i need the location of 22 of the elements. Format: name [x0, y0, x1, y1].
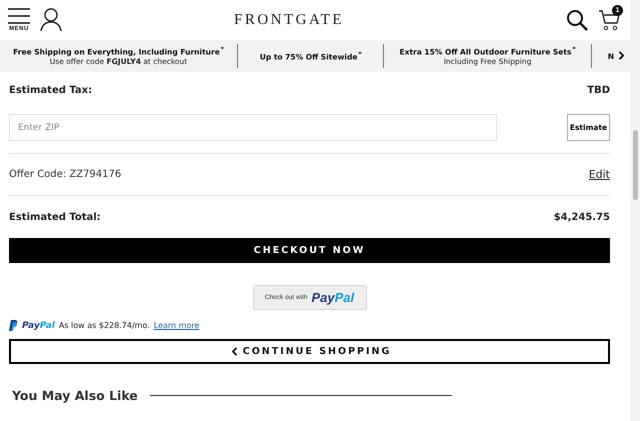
total-value: $4,245.75: [554, 212, 610, 222]
account-button[interactable]: [40, 8, 62, 32]
financing-text: As low as $228.74/mo.: [58, 321, 150, 330]
menu-icon: [8, 8, 30, 24]
search-button[interactable]: [566, 9, 588, 31]
paypal-logo: PayPal: [22, 320, 55, 330]
search-icon: [566, 9, 588, 31]
checkout-button[interactable]: CHECKOUT NOW: [9, 238, 610, 263]
zip-input[interactable]: Enter ZIP: [9, 114, 497, 141]
learn-more-link[interactable]: Learn more: [154, 321, 200, 330]
user-icon: [40, 8, 62, 32]
offer-code: Offer Code: ZZ794176: [9, 169, 122, 180]
paypal-icon: [9, 320, 18, 331]
site-logo[interactable]: FRONTGATE: [62, 12, 556, 28]
total-label: Estimated Total:: [9, 212, 101, 222]
scrollbar[interactable]: [630, 0, 640, 421]
tax-label: Estimated Tax:: [9, 85, 92, 96]
tax-value: TBD: [587, 85, 610, 96]
edit-link[interactable]: Edit: [588, 168, 610, 181]
section-title: You May Also Like: [12, 388, 138, 403]
continue-shopping-button[interactable]: CONTINUE SHOPPING: [9, 339, 610, 364]
cart-icon: [598, 9, 620, 31]
